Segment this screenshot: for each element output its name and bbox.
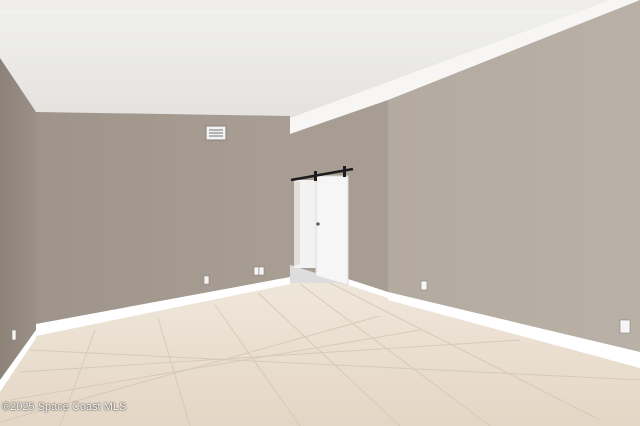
- empty-room-photo: ©2025 Space Coast MLS: [0, 0, 640, 426]
- barn-door[interactable]: [315, 175, 349, 286]
- room-illustration: [0, 0, 640, 426]
- door-handle[interactable]: [316, 222, 320, 226]
- air-vent-icon: [205, 125, 227, 141]
- mls-watermark: ©2025 Space Coast MLS: [2, 401, 127, 413]
